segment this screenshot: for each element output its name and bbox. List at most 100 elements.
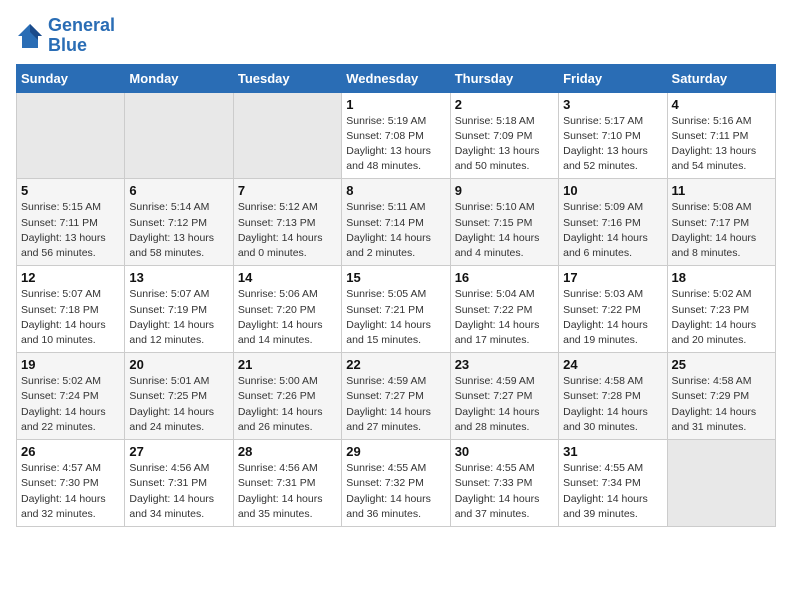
day-number: 4 bbox=[672, 97, 771, 112]
weekday-header: Saturday bbox=[667, 64, 775, 92]
day-info: Sunrise: 4:59 AMSunset: 7:27 PMDaylight:… bbox=[346, 374, 445, 435]
day-number: 2 bbox=[455, 97, 554, 112]
day-number: 19 bbox=[21, 357, 120, 372]
day-number: 12 bbox=[21, 270, 120, 285]
weekday-header: Wednesday bbox=[342, 64, 450, 92]
day-info: Sunrise: 5:10 AMSunset: 7:15 PMDaylight:… bbox=[455, 200, 554, 261]
calendar-cell: 4 Sunrise: 5:16 AMSunset: 7:11 PMDaylight… bbox=[667, 92, 775, 179]
calendar-cell: 28 Sunrise: 4:56 AMSunset: 7:31 PMDayligh… bbox=[233, 440, 341, 527]
calendar-cell: 11Sunrise: 5:08 AMSunset: 7:17 PMDayligh… bbox=[667, 179, 775, 266]
day-number: 9 bbox=[455, 183, 554, 198]
day-number: 13 bbox=[129, 270, 228, 285]
day-number: 25 bbox=[672, 357, 771, 372]
day-info: Sunrise: 5:14 AMSunset: 7:12 PMDaylight:… bbox=[129, 200, 228, 261]
calendar-cell: 27 Sunrise: 4:56 AMSunset: 7:31 PMDayligh… bbox=[125, 440, 233, 527]
day-info: Sunrise: 5:02 AMSunset: 7:24 PMDaylight:… bbox=[21, 374, 120, 435]
calendar-cell bbox=[233, 92, 341, 179]
day-info: Sunrise: 5:11 AMSunset: 7:14 PMDaylight:… bbox=[346, 200, 445, 261]
day-number: 7 bbox=[238, 183, 337, 198]
day-info: Sunrise: 5:00 AMSunset: 7:26 PMDaylight:… bbox=[238, 374, 337, 435]
logo: General Blue bbox=[16, 16, 115, 56]
day-number: 3 bbox=[563, 97, 662, 112]
calendar-cell: 9 Sunrise: 5:10 AMSunset: 7:15 PMDaylight… bbox=[450, 179, 558, 266]
calendar-cell bbox=[125, 92, 233, 179]
day-info: Sunrise: 5:07 AMSunset: 7:18 PMDaylight:… bbox=[21, 287, 120, 348]
calendar-cell: 12 Sunrise: 5:07 AMSunset: 7:18 PMDayligh… bbox=[17, 266, 125, 353]
day-number: 27 bbox=[129, 444, 228, 459]
day-info: Sunrise: 4:57 AMSunset: 7:30 PMDaylight:… bbox=[21, 461, 120, 522]
calendar-cell: 22 Sunrise: 4:59 AMSunset: 7:27 PMDayligh… bbox=[342, 353, 450, 440]
day-info: Sunrise: 5:03 AMSunset: 7:22 PMDaylight:… bbox=[563, 287, 662, 348]
day-info: Sunrise: 4:55 AMSunset: 7:32 PMDaylight:… bbox=[346, 461, 445, 522]
day-info: Sunrise: 5:09 AMSunset: 7:16 PMDaylight:… bbox=[563, 200, 662, 261]
weekday-header: Friday bbox=[559, 64, 667, 92]
calendar-cell: 25 Sunrise: 4:58 AMSunset: 7:29 PMDayligh… bbox=[667, 353, 775, 440]
logo-icon bbox=[16, 22, 44, 50]
day-info: Sunrise: 4:58 AMSunset: 7:29 PMDaylight:… bbox=[672, 374, 771, 435]
calendar-header-row: SundayMondayTuesdayWednesdayThursdayFrid… bbox=[17, 64, 776, 92]
day-number: 31 bbox=[563, 444, 662, 459]
calendar-cell: 24Sunrise: 4:58 AMSunset: 7:28 PMDayligh… bbox=[559, 353, 667, 440]
calendar-cell: 6Sunrise: 5:14 AMSunset: 7:12 PMDaylight… bbox=[125, 179, 233, 266]
calendar-cell: 30 Sunrise: 4:55 AMSunset: 7:33 PMDayligh… bbox=[450, 440, 558, 527]
weekday-header: Sunday bbox=[17, 64, 125, 92]
day-number: 26 bbox=[21, 444, 120, 459]
day-info: Sunrise: 5:07 AMSunset: 7:19 PMDaylight:… bbox=[129, 287, 228, 348]
day-info: Sunrise: 5:18 AMSunset: 7:09 PMDaylight:… bbox=[455, 114, 554, 175]
day-info: Sunrise: 5:12 AMSunset: 7:13 PMDaylight:… bbox=[238, 200, 337, 261]
calendar-cell: 16 Sunrise: 5:04 AMSunset: 7:22 PMDayligh… bbox=[450, 266, 558, 353]
calendar-cell: 20 Sunrise: 5:01 AMSunset: 7:25 PMDayligh… bbox=[125, 353, 233, 440]
day-number: 5 bbox=[21, 183, 120, 198]
day-number: 28 bbox=[238, 444, 337, 459]
calendar-cell: 18 Sunrise: 5:02 AMSunset: 7:23 PMDayligh… bbox=[667, 266, 775, 353]
day-number: 16 bbox=[455, 270, 554, 285]
calendar-cell: 2 Sunrise: 5:18 AMSunset: 7:09 PMDaylight… bbox=[450, 92, 558, 179]
day-info: Sunrise: 5:19 AMSunset: 7:08 PMDaylight:… bbox=[346, 114, 445, 175]
calendar-cell: 19 Sunrise: 5:02 AMSunset: 7:24 PMDayligh… bbox=[17, 353, 125, 440]
day-info: Sunrise: 5:04 AMSunset: 7:22 PMDaylight:… bbox=[455, 287, 554, 348]
calendar-cell: 13 Sunrise: 5:07 AMSunset: 7:19 PMDayligh… bbox=[125, 266, 233, 353]
calendar-cell: 8 Sunrise: 5:11 AMSunset: 7:14 PMDaylight… bbox=[342, 179, 450, 266]
day-number: 23 bbox=[455, 357, 554, 372]
calendar-cell: 7 Sunrise: 5:12 AMSunset: 7:13 PMDaylight… bbox=[233, 179, 341, 266]
day-number: 8 bbox=[346, 183, 445, 198]
page-header: General Blue bbox=[16, 16, 776, 56]
day-number: 30 bbox=[455, 444, 554, 459]
logo-text: General Blue bbox=[48, 16, 115, 56]
calendar-cell: 15 Sunrise: 5:05 AMSunset: 7:21 PMDayligh… bbox=[342, 266, 450, 353]
weekday-header: Tuesday bbox=[233, 64, 341, 92]
calendar-week-row: 12 Sunrise: 5:07 AMSunset: 7:18 PMDayligh… bbox=[17, 266, 776, 353]
calendar-cell: 10 Sunrise: 5:09 AMSunset: 7:16 PMDayligh… bbox=[559, 179, 667, 266]
day-number: 1 bbox=[346, 97, 445, 112]
calendar-cell: 1 Sunrise: 5:19 AMSunset: 7:08 PMDaylight… bbox=[342, 92, 450, 179]
day-info: Sunrise: 5:17 AMSunset: 7:10 PMDaylight:… bbox=[563, 114, 662, 175]
day-number: 10 bbox=[563, 183, 662, 198]
weekday-header: Thursday bbox=[450, 64, 558, 92]
day-number: 20 bbox=[129, 357, 228, 372]
day-info: Sunrise: 5:16 AMSunset: 7:11 PMDaylight:… bbox=[672, 114, 771, 175]
day-info: Sunrise: 4:56 AMSunset: 7:31 PMDaylight:… bbox=[238, 461, 337, 522]
day-info: Sunrise: 4:55 AMSunset: 7:33 PMDaylight:… bbox=[455, 461, 554, 522]
day-info: Sunrise: 4:56 AMSunset: 7:31 PMDaylight:… bbox=[129, 461, 228, 522]
day-number: 29 bbox=[346, 444, 445, 459]
calendar-cell: 5Sunrise: 5:15 AMSunset: 7:11 PMDaylight… bbox=[17, 179, 125, 266]
calendar-table: SundayMondayTuesdayWednesdayThursdayFrid… bbox=[16, 64, 776, 527]
day-number: 22 bbox=[346, 357, 445, 372]
day-info: Sunrise: 5:02 AMSunset: 7:23 PMDaylight:… bbox=[672, 287, 771, 348]
day-info: Sunrise: 5:05 AMSunset: 7:21 PMDaylight:… bbox=[346, 287, 445, 348]
day-info: Sunrise: 5:01 AMSunset: 7:25 PMDaylight:… bbox=[129, 374, 228, 435]
calendar-cell: 14Sunrise: 5:06 AMSunset: 7:20 PMDayligh… bbox=[233, 266, 341, 353]
calendar-cell: 26 Sunrise: 4:57 AMSunset: 7:30 PMDayligh… bbox=[17, 440, 125, 527]
day-info: Sunrise: 4:58 AMSunset: 7:28 PMDaylight:… bbox=[563, 374, 662, 435]
calendar-cell: 17 Sunrise: 5:03 AMSunset: 7:22 PMDayligh… bbox=[559, 266, 667, 353]
calendar-week-row: 1 Sunrise: 5:19 AMSunset: 7:08 PMDaylight… bbox=[17, 92, 776, 179]
calendar-cell: 29 Sunrise: 4:55 AMSunset: 7:32 PMDayligh… bbox=[342, 440, 450, 527]
calendar-cell bbox=[667, 440, 775, 527]
day-info: Sunrise: 5:06 AMSunset: 7:20 PMDaylight:… bbox=[238, 287, 337, 348]
calendar-cell: 3 Sunrise: 5:17 AMSunset: 7:10 PMDaylight… bbox=[559, 92, 667, 179]
day-number: 15 bbox=[346, 270, 445, 285]
weekday-header: Monday bbox=[125, 64, 233, 92]
day-number: 18 bbox=[672, 270, 771, 285]
calendar-week-row: 26 Sunrise: 4:57 AMSunset: 7:30 PMDayligh… bbox=[17, 440, 776, 527]
day-number: 17 bbox=[563, 270, 662, 285]
